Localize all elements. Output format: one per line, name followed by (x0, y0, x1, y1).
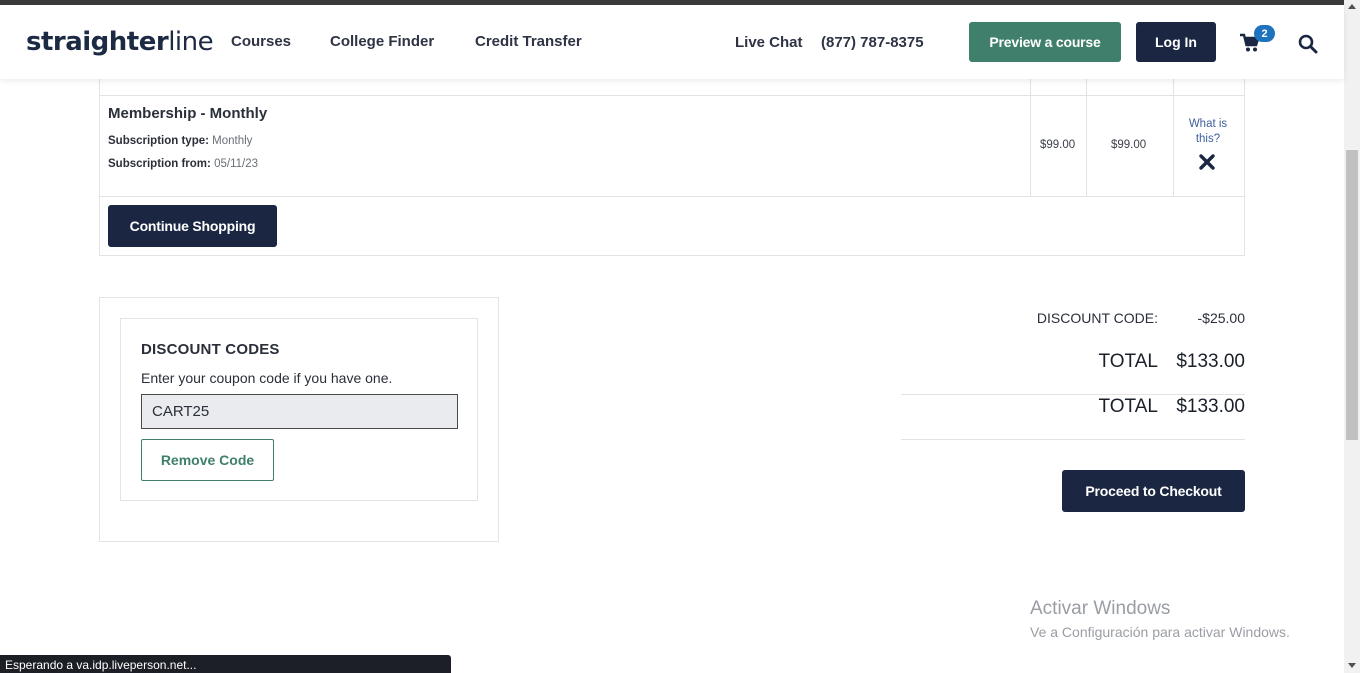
total-value: $133.00 (1176, 351, 1245, 372)
discount-panel: DISCOUNT CODES Enter your coupon code if… (99, 297, 499, 542)
scroll-down-arrow-icon[interactable] (1348, 663, 1356, 668)
grand-total-value: $133.00 (1176, 396, 1245, 417)
subscription-type: Subscription type: Monthly (108, 135, 252, 147)
unit-price: $99.00 (1040, 139, 1076, 151)
row-divider (100, 196, 1244, 197)
windows-watermark-subtitle: Ve a Configuración para activar Windows. (1030, 624, 1290, 640)
what-is-this-link[interactable]: What is this? (1178, 117, 1238, 147)
scroll-up-arrow-icon[interactable] (1348, 4, 1356, 9)
login-button[interactable]: Log In (1136, 22, 1216, 62)
column-divider (1086, 79, 1087, 196)
item-title: Membership - Monthly (108, 105, 268, 122)
column-divider (1244, 79, 1245, 196)
cart-table: Membership - Monthly Subscription type: … (99, 79, 1245, 256)
totals-divider (901, 394, 1245, 395)
site-logo[interactable]: straighterline (26, 27, 214, 57)
subscription-from: Subscription from: 05/11/23 (108, 158, 258, 170)
table-header-row (100, 79, 1244, 96)
totals-divider (901, 439, 1245, 440)
discount-subtitle: Enter your coupon code if you have one. (141, 370, 393, 386)
grand-total-label: TOTAL (1098, 396, 1158, 417)
proceed-to-checkout-button[interactable]: Proceed to Checkout (1062, 470, 1245, 512)
logo-text-light: line (168, 27, 214, 57)
discount-title: DISCOUNT CODES (141, 341, 280, 358)
phone-link[interactable]: (877) 787-8375 (821, 34, 924, 51)
nav-credit-transfer[interactable]: Credit Transfer (475, 33, 582, 50)
subscription-type-value: Monthly (212, 135, 253, 147)
subscription-type-label: Subscription type: (108, 135, 209, 147)
site-header: straighterline Courses College Finder Cr… (0, 5, 1344, 79)
subscription-from-value: 05/11/23 (214, 158, 258, 170)
remove-code-button[interactable]: Remove Code (141, 439, 274, 481)
continue-shopping-button[interactable]: Continue Shopping (108, 205, 277, 247)
cart-count-badge: 2 (1254, 25, 1275, 42)
browser-status-bar: Esperando a va.idp.liveperson.net... (0, 655, 451, 673)
live-chat-link[interactable]: Live Chat (735, 34, 803, 51)
coupon-code-input[interactable]: CART25 (141, 394, 458, 429)
scrollbar-thumb[interactable] (1346, 150, 1358, 440)
subscription-from-label: Subscription from: (108, 158, 211, 170)
column-divider (1173, 79, 1174, 196)
column-divider (1030, 79, 1031, 196)
discount-box: DISCOUNT CODES Enter your coupon code if… (120, 318, 478, 501)
remove-item-icon[interactable] (1198, 153, 1216, 171)
nav-courses[interactable]: Courses (231, 33, 291, 50)
preview-course-button[interactable]: Preview a course (969, 22, 1121, 62)
discount-code-value: -$25.00 (1197, 310, 1245, 326)
nav-college-finder[interactable]: College Finder (330, 33, 434, 50)
search-icon[interactable] (1297, 33, 1319, 55)
item-subtotal: $99.00 (1111, 139, 1147, 151)
windows-watermark-title: Activar Windows (1030, 598, 1171, 619)
total-label: TOTAL (1098, 351, 1158, 372)
logo-text-bold: straighter (26, 27, 169, 57)
discount-code-label: DISCOUNT CODE: (1036, 310, 1158, 326)
